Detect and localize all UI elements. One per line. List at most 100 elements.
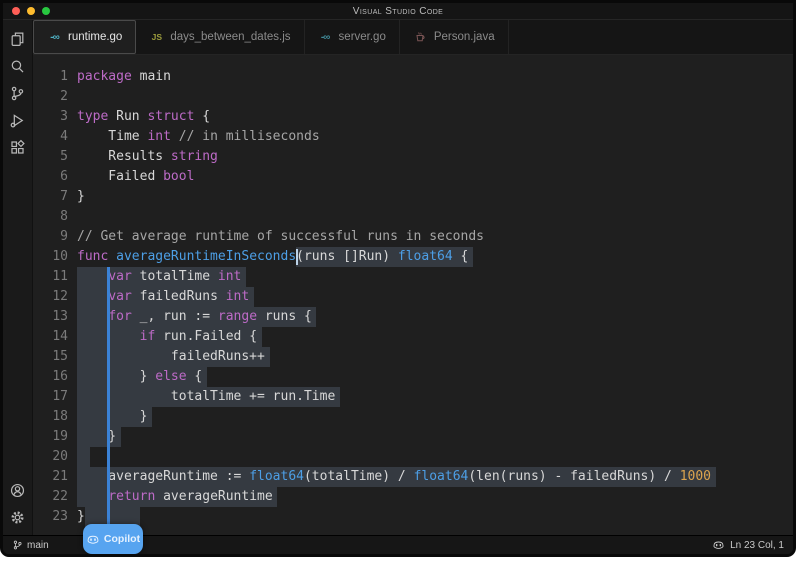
code-line[interactable]: 12 var failedRuns int: [33, 287, 793, 307]
line-number[interactable]: 15: [33, 347, 77, 367]
line-number[interactable]: 3: [33, 107, 77, 127]
line-number[interactable]: 23: [33, 507, 77, 527]
source-control-icon[interactable]: [6, 80, 30, 107]
cursor-position-indicator[interactable]: Ln 23 Col, 1: [730, 540, 784, 551]
search-icon[interactable]: [6, 53, 30, 80]
code-content: totalTime += run.Time: [77, 387, 793, 407]
cursor-position: Ln 23 Col, 1: [730, 540, 784, 551]
extensions-icon[interactable]: [6, 134, 30, 161]
code-editor[interactable]: 1package main23type Run struct {4 Time i…: [33, 55, 793, 535]
code-line[interactable]: 2: [33, 87, 793, 107]
line-number[interactable]: 7: [33, 187, 77, 207]
window-title: Visual Studio Code: [3, 6, 793, 17]
code-content: }: [77, 427, 793, 447]
code-content: package main: [77, 67, 793, 87]
line-number[interactable]: 16: [33, 367, 77, 387]
code-content: [77, 87, 793, 107]
line-number[interactable]: 8: [33, 207, 77, 227]
code-line[interactable]: 15 failedRuns++: [33, 347, 793, 367]
line-number[interactable]: 13: [33, 307, 77, 327]
code-line[interactable]: 6 Failed bool: [33, 167, 793, 187]
code-content: Results string: [77, 147, 793, 167]
vscode-window: Visual Studio Code -∞runtime.goJSdays_be…: [0, 0, 796, 557]
code-content: averageRuntime := float64(totalTime) / f…: [77, 467, 793, 487]
line-number[interactable]: 14: [33, 327, 77, 347]
code-content: for _, run := range runs {: [77, 307, 793, 327]
code-content: var totalTime int: [77, 267, 793, 287]
code-content: return averageRuntime: [77, 487, 793, 507]
line-number[interactable]: 21: [33, 467, 77, 487]
code-content: [77, 207, 793, 227]
line-number[interactable]: 2: [33, 87, 77, 107]
code-content: } else {: [77, 367, 793, 387]
copilot-badge-label: Copilot: [104, 533, 140, 545]
line-number[interactable]: 17: [33, 387, 77, 407]
code-line[interactable]: 11 var totalTime int: [33, 267, 793, 287]
run-debug-icon[interactable]: [6, 107, 30, 134]
line-number[interactable]: 11: [33, 267, 77, 287]
line-number[interactable]: 22: [33, 487, 77, 507]
git-modified-indicator: [107, 267, 110, 527]
line-number[interactable]: 9: [33, 227, 77, 247]
code-line[interactable]: 8: [33, 207, 793, 227]
copilot-icon: [712, 539, 725, 551]
code-content: if run.Failed {: [77, 327, 793, 347]
line-number[interactable]: 19: [33, 427, 77, 447]
js-file-icon: JS: [149, 32, 164, 42]
line-number[interactable]: 18: [33, 407, 77, 427]
line-number[interactable]: 10: [33, 247, 77, 267]
line-number[interactable]: 1: [33, 67, 77, 87]
code-line[interactable]: 20: [33, 447, 793, 467]
code-line[interactable]: 9// Get average runtime of successful ru…: [33, 227, 793, 247]
java-file-icon: [413, 31, 428, 43]
code-line[interactable]: 17 totalTime += run.Time: [33, 387, 793, 407]
line-number[interactable]: 5: [33, 147, 77, 167]
tab-label: days_between_dates.js: [170, 31, 290, 43]
tab-days_between_dates.js[interactable]: JS days_between_dates.js: [136, 20, 304, 54]
copilot-status[interactable]: [712, 539, 725, 551]
branch-name: main: [27, 540, 49, 551]
code-line[interactable]: 4 Time int // in milliseconds: [33, 127, 793, 147]
tab-label: runtime.go: [68, 31, 122, 43]
code-line[interactable]: 5 Results string: [33, 147, 793, 167]
line-number[interactable]: 6: [33, 167, 77, 187]
selection-highlight: [77, 447, 90, 467]
tab-server.go[interactable]: -∞ server.go: [305, 20, 400, 54]
code-line[interactable]: 21 averageRuntime := float64(totalTime) …: [33, 467, 793, 487]
line-number[interactable]: 20: [33, 447, 77, 467]
code-line[interactable]: 3type Run struct {: [33, 107, 793, 127]
code-line[interactable]: 18 }: [33, 407, 793, 427]
code-line[interactable]: 19 }: [33, 427, 793, 447]
code-line[interactable]: 1package main: [33, 67, 793, 87]
account-icon[interactable]: [6, 477, 30, 504]
tab-runtime.go[interactable]: -∞runtime.go: [33, 20, 136, 54]
code-content: [77, 447, 793, 467]
code-line[interactable]: 10func averageRuntimeInSeconds(runs []Ru…: [33, 247, 793, 267]
line-number[interactable]: 4: [33, 127, 77, 147]
copilot-badge[interactable]: Copilot: [83, 524, 143, 554]
code-line[interactable]: 23}: [33, 507, 793, 527]
go-file-icon: -∞: [318, 32, 333, 43]
code-content: }: [77, 407, 793, 427]
code-content: failedRuns++: [77, 347, 793, 367]
tab-bar: -∞runtime.go JS days_between_dates.js -∞ ser…: [33, 20, 793, 55]
tab-label: server.go: [339, 31, 386, 43]
code-line[interactable]: 7}: [33, 187, 793, 207]
tab-Person.java[interactable]: Person.java: [400, 20, 509, 54]
code-content: Failed bool: [77, 167, 793, 187]
code-content: }: [77, 187, 793, 207]
explorer-icon[interactable]: [6, 26, 30, 53]
code-line[interactable]: 22 return averageRuntime: [33, 487, 793, 507]
code-line[interactable]: 16 } else {: [33, 367, 793, 387]
code-content: }: [77, 507, 793, 527]
line-number[interactable]: 12: [33, 287, 77, 307]
code-content: func averageRuntimeInSeconds(runs []Run)…: [77, 247, 793, 267]
code-line[interactable]: 14 if run.Failed {: [33, 327, 793, 347]
code-content: // Get average runtime of successful run…: [77, 227, 793, 247]
git-branch-indicator[interactable]: main: [12, 539, 49, 551]
title-bar: Visual Studio Code: [3, 3, 793, 20]
code-line[interactable]: 13 for _, run := range runs {: [33, 307, 793, 327]
text-cursor: [296, 249, 298, 265]
code-content: type Run struct {: [77, 107, 793, 127]
settings-icon[interactable]: [6, 504, 30, 531]
